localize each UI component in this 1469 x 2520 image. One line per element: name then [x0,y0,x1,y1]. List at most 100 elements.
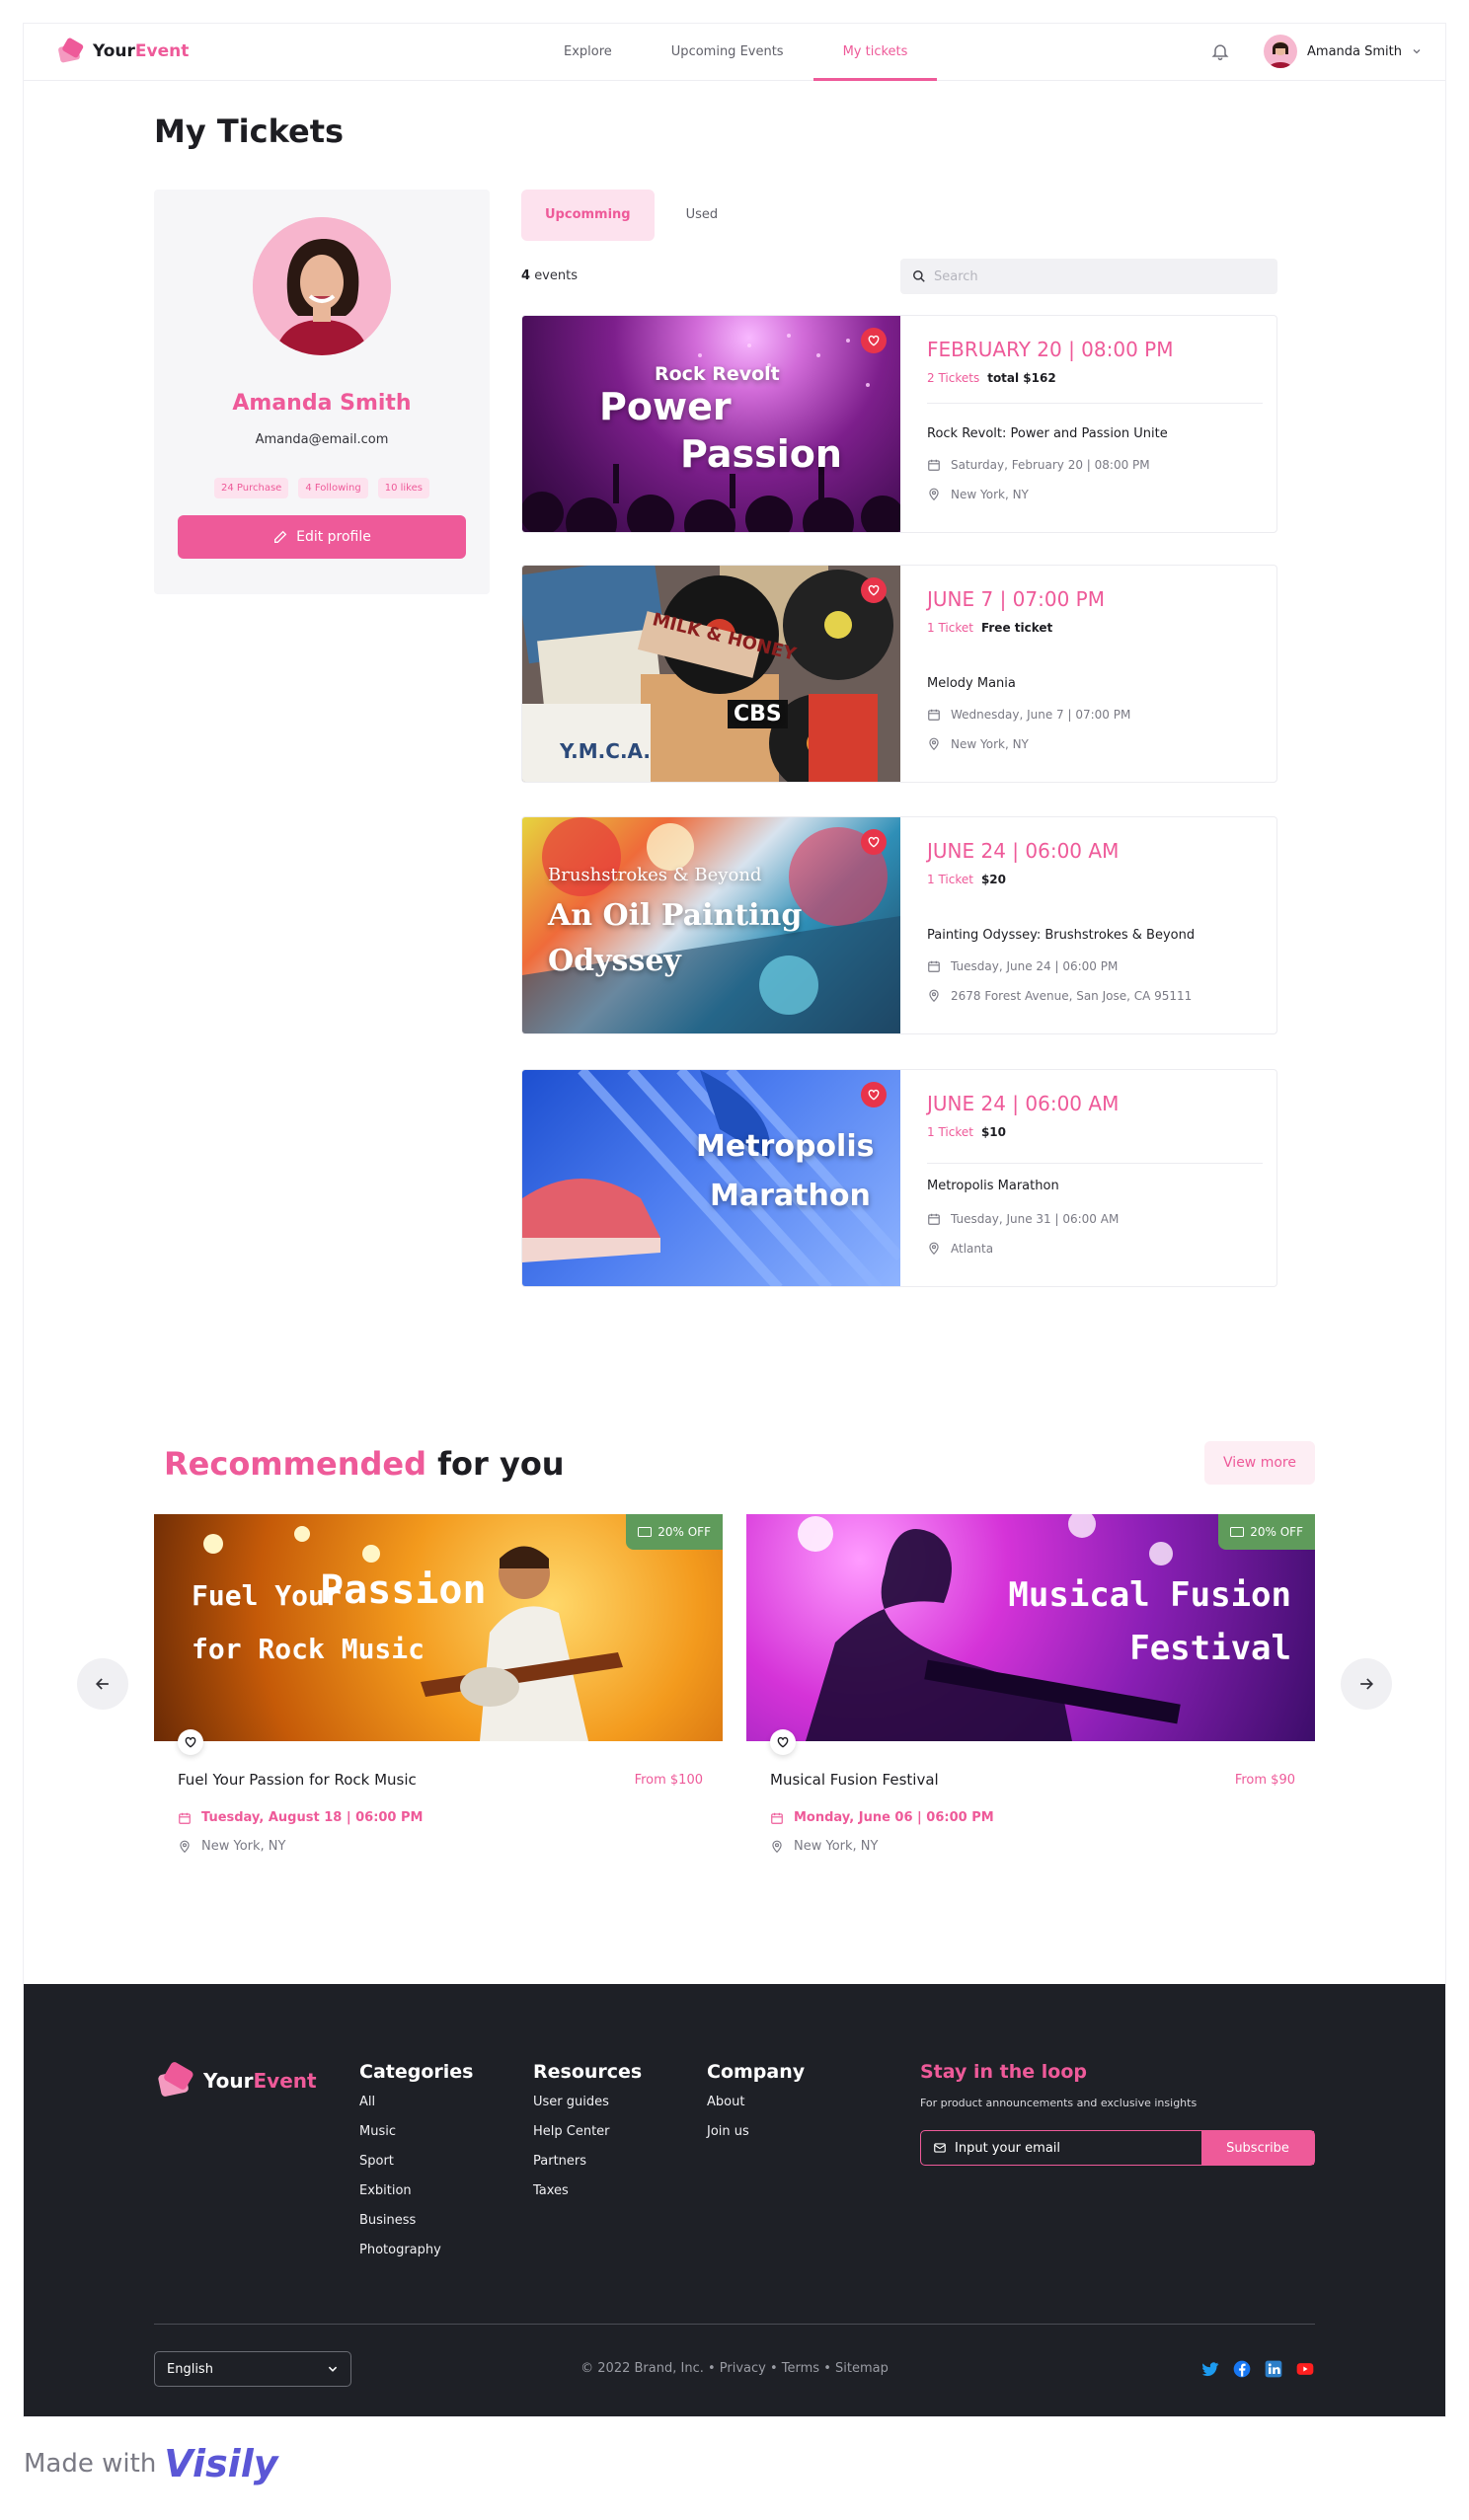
ticket-price: total $162 [987,371,1056,385]
footer-link-music[interactable]: Music [359,2124,473,2139]
ticket-card[interactable]: Brushstrokes & Beyond An Oil Painting Od… [521,816,1277,1034]
footer-brand-logo[interactable]: YourEvent [154,2061,317,2100]
ticket-quantity: 1 Ticket Free ticket [927,621,1052,635]
ticket-datetime-text: Tuesday, June 31 | 06:00 AM [951,1212,1120,1226]
recommended-image-caption-2: Passion [320,1567,487,1613]
heart-icon[interactable] [178,1729,203,1755]
user-menu[interactable]: Amanda Smith [1210,35,1422,68]
ticket-image-caption-2: An Oil Painting [548,898,803,933]
mail-icon [934,2143,946,2153]
heart-icon[interactable] [770,1729,796,1755]
heart-icon[interactable] [861,328,887,353]
facebook-icon[interactable] [1232,2359,1252,2379]
recommended-event-location-text: New York, NY [201,1839,286,1854]
ticket-image-caption-1: Brushstrokes & Beyond [548,865,762,885]
footer-link-all[interactable]: All [359,2095,473,2109]
ticket-datetime: Tuesday, June 31 | 06:00 AM [927,1212,1119,1226]
footer-categories-title: Categories [359,2061,474,2083]
search-placeholder: Search [934,268,978,284]
footer-link-business[interactable]: Business [359,2213,473,2228]
footer-link-exbition[interactable]: Exbition [359,2183,473,2198]
location-pin-icon [929,989,939,1003]
footer-link-join-us[interactable]: Join us [707,2124,805,2139]
ticket-location: New York, NY [927,737,1029,751]
nav-my-tickets[interactable]: My tickets [812,24,938,81]
carousel-prev-button[interactable] [77,1658,128,1710]
ticket-count: 1 Ticket [927,1125,973,1139]
profile-email: Amanda@email.com [255,432,389,447]
brand-logo[interactable]: YourEvent [55,38,189,65]
edit-profile-label: Edit profile [296,529,371,545]
ticket-info: FEBRUARY 20 | 08:00 PM 2 Tickets total $1… [927,316,1263,532]
heart-icon[interactable] [861,577,887,603]
recommended-image: Musical Fusion Festival 20% OFF [746,1514,1315,1741]
footer-link-photography[interactable]: Photography [359,2243,473,2257]
footer-link-taxes[interactable]: Taxes [533,2183,642,2198]
footer-company-title: Company [707,2061,806,2083]
email-field[interactable]: Input your email [921,2131,1201,2165]
tab-upcomming[interactable]: Upcomming [521,190,655,241]
twitter-icon[interactable] [1200,2359,1220,2379]
ticket-location-text: 2678 Forest Avenue, San Jose, CA 95111 [951,989,1193,1003]
recommended-title-accent: Recommended [164,1445,426,1483]
arrow-right-icon [1360,1678,1374,1690]
discount-badge-label: 20% OFF [1250,1525,1303,1539]
ticket-info: JUNE 7 | 07:00 PM 1 Ticket Free ticket Me… [927,566,1263,782]
ticket-image: MILK & HONEY CBS Y.M.C.A. [522,566,900,782]
divider [927,1163,1263,1164]
bell-icon[interactable] [1210,41,1230,61]
calendar-icon [179,1812,191,1824]
recommended-event-date: Tuesday, August 18 | 06:00 PM [178,1810,423,1825]
view-more-button[interactable]: View more [1204,1441,1315,1485]
carousel-next-button[interactable] [1341,1658,1392,1710]
ticket-datetime: Wednesday, June 7 | 07:00 PM [927,708,1130,722]
recommended-event-price: From $90 [1234,1773,1295,1788]
avatar[interactable] [1264,35,1298,68]
calendar-icon [771,1812,783,1824]
recommended-card[interactable]: Fuel Your Passion for Rock Music 20% OFF… [154,1514,723,1854]
email-placeholder: Input your email [955,2140,1061,2156]
youtube-icon[interactable] [1295,2359,1315,2379]
profile-avatar [253,217,391,355]
ticket-info: JUNE 24 | 06:00 AM 1 Ticket $10 Metropoli… [927,1070,1263,1286]
heart-icon[interactable] [861,1082,887,1107]
nav-explore[interactable]: Explore [534,24,642,81]
footer-link-partners[interactable]: Partners [533,2154,642,2169]
linkedin-icon[interactable] [1264,2359,1283,2379]
search-input[interactable]: Search [900,259,1277,294]
ticket-card[interactable]: MILK & HONEY CBS Y.M.C.A. JUNE 7 | 07:00… [521,565,1277,783]
likes-count-badge[interactable]: 10 likes [377,478,429,498]
footer-link-help-center[interactable]: Help Center [533,2124,642,2139]
divider [927,403,1263,404]
recommended-title-rest: for you [437,1445,565,1483]
top-navbar: YourEvent Explore Upcoming Events My tic… [24,24,1445,81]
newsletter-text: For product announcements and exclusive … [920,2097,1198,2109]
ticket-image: Rock Revolt Power Passion [522,316,900,532]
made-with-badge[interactable]: Made with Visily [24,2442,278,2485]
footer-link-about[interactable]: About [707,2095,805,2109]
edit-profile-button[interactable]: Edit profile [178,515,466,559]
location-pin-icon [929,1242,939,1256]
calendar-icon [928,709,940,721]
heart-icon[interactable] [861,829,887,855]
ticket-datetime-text: Wednesday, June 7 | 07:00 PM [951,708,1131,722]
ticket-datetime: Tuesday, June 24 | 06:00 PM [927,959,1118,973]
following-count-badge[interactable]: 4 Following [298,478,368,498]
recommended-event-date: Monday, June 06 | 06:00 PM [770,1810,994,1825]
calendar-icon [928,960,940,972]
ticket-price: $20 [980,873,1007,886]
footer-link-user-guides[interactable]: User guides [533,2095,642,2109]
main-nav: Explore Upcoming Events My tickets [534,24,938,81]
nav-upcoming-events[interactable]: Upcoming Events [642,24,813,81]
tab-used[interactable]: Used [662,190,742,241]
ticket-image: Metropolis Marathon [522,1070,900,1286]
footer-link-sport[interactable]: Sport [359,2154,473,2169]
ticket-card[interactable]: Metropolis Marathon JUNE 24 | 06:00 AM 1… [521,1069,1277,1287]
ticket-price: Free ticket [980,621,1053,635]
ticket-date: JUNE 7 | 07:00 PM [927,587,1105,611]
subscribe-button[interactable]: Subscribe [1201,2131,1314,2165]
recommended-card[interactable]: Musical Fusion Festival 20% OFF Musical … [746,1514,1315,1854]
purchase-count-badge[interactable]: 24 Purchase [214,478,289,498]
ticket-card[interactable]: Rock Revolt Power Passion FEBRUARY 20 | … [521,315,1277,533]
ticket-count: 2 Tickets [927,371,980,385]
